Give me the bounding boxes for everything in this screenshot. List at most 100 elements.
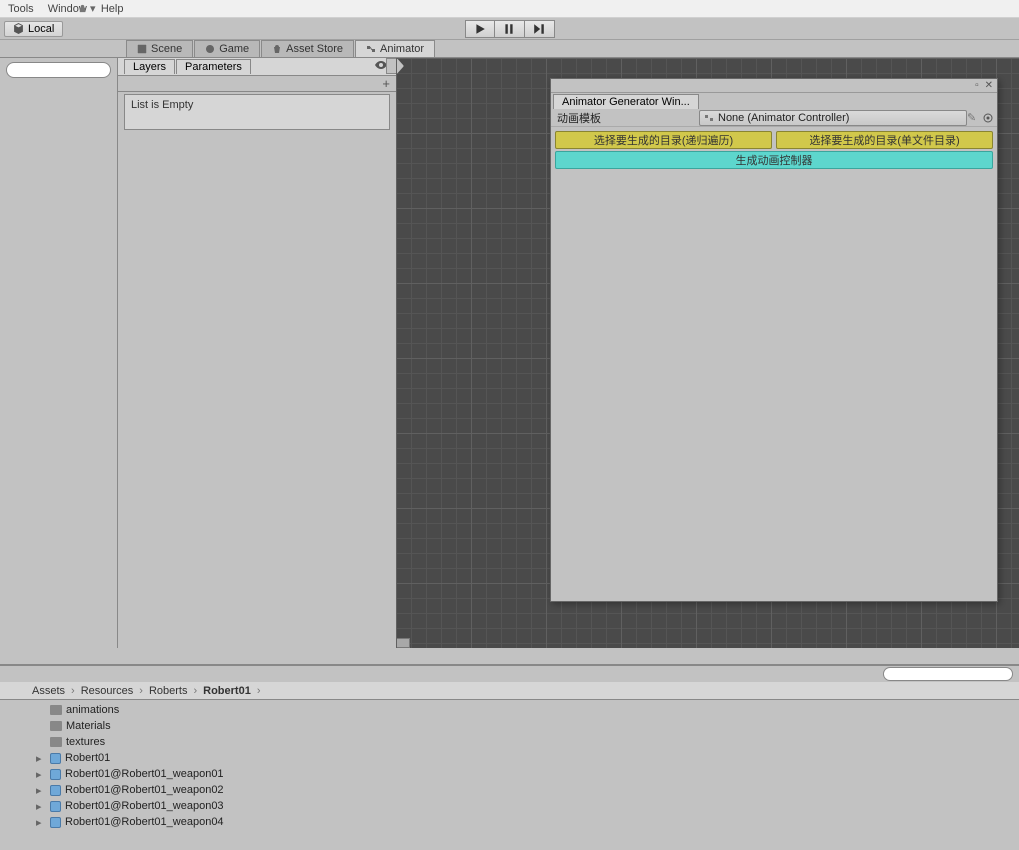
store-icon	[272, 44, 282, 54]
pause-button[interactable]	[495, 20, 525, 38]
disclosure-icon[interactable]: ▸	[36, 752, 46, 765]
step-button[interactable]	[525, 20, 555, 38]
edit-icon[interactable]: ✎	[967, 111, 979, 124]
game-icon	[205, 44, 215, 54]
chevron-right-icon: ›	[71, 685, 75, 697]
add-icon[interactable]: +	[382, 76, 390, 91]
item-label: Robert01@Robert01_weapon02	[65, 784, 224, 796]
menu-tools[interactable]: Tools	[8, 3, 34, 15]
project-search-input[interactable]	[883, 667, 1013, 681]
view-tabs: ▾ Scene Game Asset Store Animator	[0, 40, 1019, 58]
select-dir-buttons: 选择要生成的目录(递归遍历) 选择要生成的目录(单文件目录)	[551, 127, 997, 151]
lock-indicator: ▾	[78, 2, 96, 15]
layers-panel: Layers Parameters + List is Empty	[118, 58, 396, 648]
project-panel: Assets › Resources › Roberts › Robert01 › an…	[0, 664, 1019, 850]
item-label: Robert01	[65, 752, 110, 764]
item-label: Robert01@Robert01_weapon01	[65, 768, 224, 780]
prefab-icon	[50, 753, 61, 764]
step-icon	[533, 23, 545, 35]
disclosure-icon[interactable]: ▸	[36, 768, 46, 781]
item-label: textures	[66, 736, 105, 748]
prefab-icon	[50, 785, 61, 796]
add-layer-row: +	[118, 76, 396, 92]
minimize-icon[interactable]: ▫	[975, 80, 979, 91]
folder-icon	[50, 737, 62, 747]
tab-scene-label: Scene	[151, 43, 182, 55]
prefab-icon	[50, 801, 61, 812]
breadcrumb-2[interactable]: Roberts	[149, 685, 188, 697]
template-field-row: 动画模板 None (Animator Controller) ✎	[551, 109, 997, 127]
list-item[interactable]: textures	[36, 734, 1019, 750]
local-button[interactable]: Local	[4, 21, 63, 37]
animator-icon	[366, 44, 376, 54]
tab-scene[interactable]: Scene	[126, 40, 193, 57]
generate-button[interactable]: 生成动画控制器	[555, 151, 993, 169]
float-tab-row: Animator Generator Win...	[551, 93, 997, 109]
select-dir-recursive-button[interactable]: 选择要生成的目录(递归遍历)	[555, 131, 772, 149]
breadcrumb-0[interactable]: Assets	[32, 685, 65, 697]
item-label: Materials	[66, 720, 111, 732]
tab-game-label: Game	[219, 43, 249, 55]
list-item[interactable]: ▸ Robert01@Robert01_weapon03	[36, 798, 1019, 814]
toolbar: Local	[0, 18, 1019, 40]
cube-icon	[13, 23, 24, 34]
project-search-row	[0, 666, 1019, 682]
lock-icon	[78, 4, 87, 13]
list-item[interactable]: ▸ Robert01@Robert01_weapon01	[36, 766, 1019, 782]
layers-tab-parameters[interactable]: Parameters	[176, 59, 251, 74]
pause-icon	[503, 23, 515, 35]
project-list: animations Materials textures ▸Robert01 …	[0, 700, 1019, 832]
tab-animator-label: Animator	[380, 43, 424, 55]
scene-icon	[137, 44, 147, 54]
breadcrumb: Assets › Resources › Roberts › Robert01 ›	[0, 682, 1019, 700]
tab-asset-store[interactable]: Asset Store	[261, 40, 354, 57]
prefab-icon	[50, 817, 61, 828]
template-field-label: 动画模板	[551, 110, 699, 126]
float-titlebar[interactable]: ▫ ✕	[551, 79, 997, 93]
controller-icon	[704, 113, 714, 123]
chevron-right-icon: ›	[193, 685, 197, 697]
list-item[interactable]: ▸ Robert01@Robert01_weapon02	[36, 782, 1019, 798]
breadcrumb-1[interactable]: Resources	[81, 685, 134, 697]
template-object-field[interactable]: None (Animator Controller)	[699, 110, 967, 126]
layers-empty-label: List is Empty	[131, 99, 193, 111]
animator-generator-window: ▫ ✕ Animator Generator Win... 动画模板 None …	[550, 78, 998, 602]
layers-tabs: Layers Parameters	[118, 58, 396, 76]
breadcrumb-3[interactable]: Robert01	[203, 685, 251, 697]
canvas-breadcrumb-arrow	[386, 58, 404, 74]
object-picker-icon[interactable]	[981, 111, 995, 125]
list-item[interactable]: Materials	[36, 718, 1019, 734]
list-item[interactable]: animations	[36, 702, 1019, 718]
item-label: Robert01@Robert01_weapon03	[65, 800, 224, 812]
play-controls	[465, 20, 555, 38]
close-icon[interactable]: ✕	[985, 80, 993, 91]
layers-tab-layers[interactable]: Layers	[124, 59, 175, 74]
tab-animator[interactable]: Animator	[355, 40, 435, 57]
folder-icon	[50, 705, 62, 715]
item-label: animations	[66, 704, 119, 716]
chevron-right-icon: ›	[257, 685, 261, 697]
chevron-right-icon: ›	[139, 685, 143, 697]
list-item[interactable]: ▸ Robert01	[36, 750, 1019, 766]
disclosure-icon[interactable]: ▸	[36, 816, 46, 829]
menu-help[interactable]: Help	[101, 3, 124, 15]
play-icon	[474, 23, 486, 35]
folder-icon	[50, 721, 62, 731]
select-dir-single-button[interactable]: 选择要生成的目录(单文件目录)	[776, 131, 993, 149]
dropdown-arrow-icon: ▾	[90, 2, 96, 15]
visibility-icon[interactable]	[374, 60, 388, 73]
item-label: Robert01@Robert01_weapon04	[65, 816, 224, 828]
tab-asset-store-label: Asset Store	[286, 43, 343, 55]
float-window-title[interactable]: Animator Generator Win...	[553, 94, 699, 109]
layers-empty: List is Empty	[124, 94, 390, 130]
tab-game[interactable]: Game	[194, 40, 260, 57]
canvas-scrollbar-horizontal[interactable]	[396, 638, 410, 648]
hierarchy-panel	[0, 58, 118, 648]
local-label: Local	[28, 23, 54, 35]
prefab-icon	[50, 769, 61, 780]
play-button[interactable]	[465, 20, 495, 38]
hierarchy-search[interactable]	[6, 62, 111, 78]
list-item[interactable]: ▸ Robert01@Robert01_weapon04	[36, 814, 1019, 830]
disclosure-icon[interactable]: ▸	[36, 800, 46, 813]
disclosure-icon[interactable]: ▸	[36, 784, 46, 797]
